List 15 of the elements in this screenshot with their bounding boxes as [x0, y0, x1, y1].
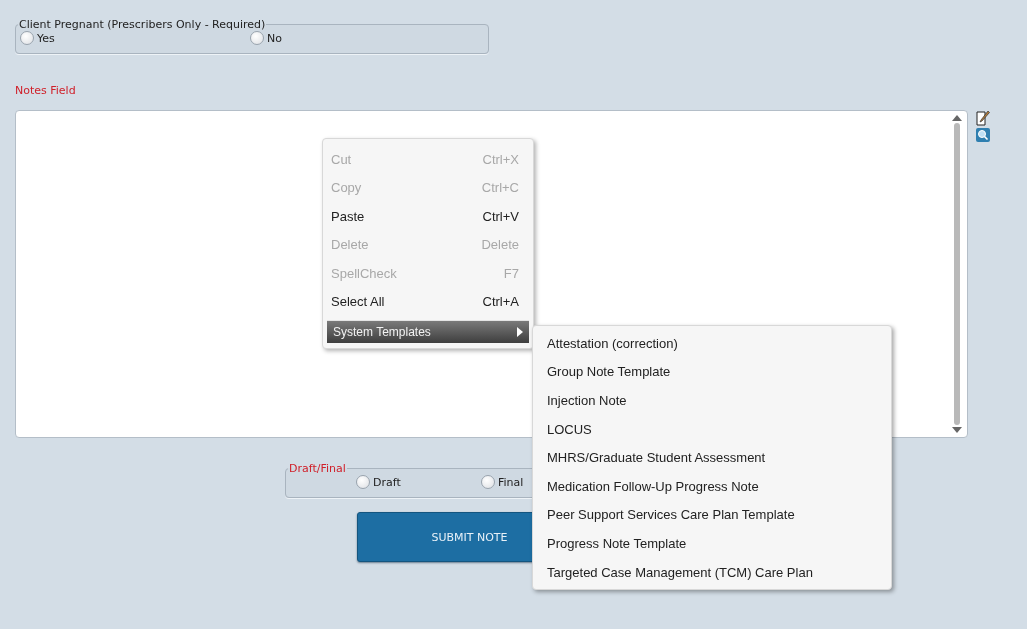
field-label: Notes Field — [15, 84, 77, 97]
menu-item-label: Cut — [331, 151, 352, 167]
menu-item-label: Paste — [331, 208, 365, 224]
group-legend: Client Pregnant (Prescribers Only - Required) — [18, 18, 267, 31]
shortcut-label: Ctrl+V — [482, 208, 519, 224]
shortcut-label: Ctrl+X — [482, 151, 519, 167]
menu-item-label: Copy — [331, 180, 362, 196]
shortcut-label: Ctrl+C — [481, 180, 519, 196]
menu-item-label: SpellCheck — [331, 265, 397, 281]
shortcut-label: F7 — [503, 265, 519, 281]
shortcut-label: Ctrl+A — [482, 294, 519, 310]
menu-item-label: Delete — [331, 237, 369, 253]
shortcut-label: Delete — [481, 237, 519, 253]
group-legend: Draft/Final — [288, 462, 347, 475]
menu-item-label: Select All — [331, 294, 385, 310]
